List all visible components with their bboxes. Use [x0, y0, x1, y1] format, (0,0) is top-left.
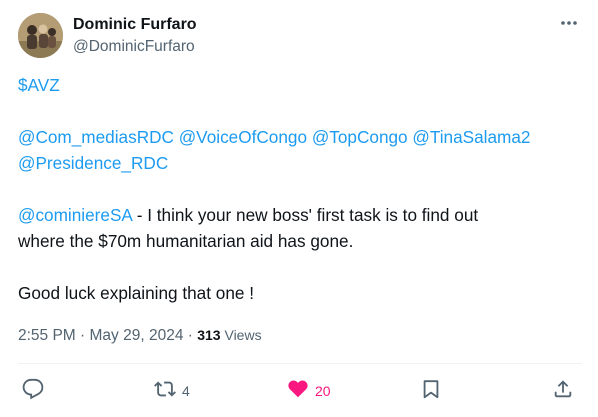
reply-icon [22, 378, 44, 405]
share-icon [552, 378, 574, 405]
mention-link[interactable]: @Com_mediasRDC [18, 127, 174, 147]
more-dots-icon[interactable] [558, 12, 580, 34]
cashtag-link[interactable]: $AVZ [18, 75, 60, 95]
tweet-text: $AVZ @Com_mediasRDC @VoiceOfCongo @TopCo… [18, 72, 582, 306]
retweet-count: 4 [182, 383, 190, 399]
bookmark-button[interactable] [420, 379, 442, 403]
views-count: 313 [197, 327, 221, 343]
bookmark-icon [420, 378, 442, 405]
tweet-date[interactable]: May 29, 2024 [90, 327, 184, 344]
divider [18, 363, 582, 364]
tweet-header: Dominic Furfaro @DominicFurfaro [18, 12, 582, 58]
mention-link[interactable]: @VoiceOfCongo [179, 127, 307, 147]
tweet-text-line: Good luck explaining that one ! [18, 283, 255, 303]
heart-icon [286, 378, 310, 405]
like-count: 20 [315, 383, 331, 399]
avatar[interactable] [18, 13, 63, 58]
like-button[interactable]: 20 [286, 379, 331, 403]
mention-link[interactable]: @TopCongo [312, 127, 408, 147]
display-name[interactable]: Dominic Furfaro [73, 15, 197, 35]
meta-separator: · [75, 327, 90, 344]
views-label: Views [220, 327, 262, 343]
retweet-icon [153, 378, 177, 405]
mention-link[interactable]: @Presidence_RDC [18, 153, 168, 173]
reply-button[interactable] [22, 378, 44, 405]
tweet-text-line: - I think your new boss' first task is t… [131, 205, 479, 225]
mention-link[interactable]: @TinaSalama2 [412, 127, 530, 147]
meta-separator: · [183, 327, 198, 344]
share-button[interactable] [552, 379, 574, 403]
action-bar: 4 20 [18, 375, 582, 405]
tweet-meta: 2:55 PM · May 29, 2024 · 313 Views [18, 325, 262, 346]
reply-mention-link[interactable]: @cominiereSA [18, 205, 132, 225]
retweet-button[interactable]: 4 [153, 379, 190, 403]
tweet-text-line: where the $70m humanitarian aid has gone… [18, 231, 354, 251]
tweet-time[interactable]: 2:55 PM [18, 327, 76, 344]
handle[interactable]: @DominicFurfaro [73, 37, 197, 57]
author-names: Dominic Furfaro @DominicFurfaro [73, 15, 197, 57]
